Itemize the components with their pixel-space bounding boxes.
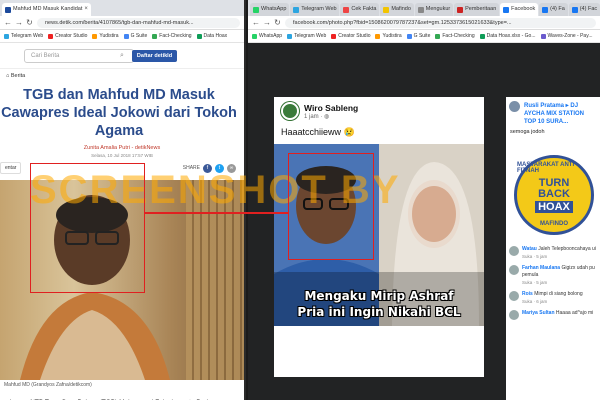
bookmark-item[interactable]: G Suite [123,33,147,39]
breadcrumb[interactable]: ⌂ Berita [0,69,244,83]
tab-pemberitaan[interactable]: Pemberitaan [454,3,500,16]
bookmark-item[interactable]: G Suite [406,33,430,39]
sheets-icon [479,33,485,39]
back-icon[interactable]: ← [252,18,260,27]
creator-studio-icon [331,33,337,39]
sheets-icon [196,33,202,39]
whatsapp-icon [253,6,259,13]
forward-icon[interactable]: → [263,18,271,27]
comment-item: Mariya Sultan Haaaa ad^ajo mi [506,307,600,320]
creator-studio-icon [48,33,54,39]
site-header: Cari Berita ⌕ Daftar detikId [0,43,244,69]
meme-caption: Mengaku Mirip Ashraf Pria ini Ingin Nika… [297,289,461,319]
tab-telegram[interactable]: Telegram Web [290,3,340,16]
bookmark-item[interactable]: Telegram Web [4,33,43,39]
post-time: 1 jam · ◍ [304,113,330,120]
article-date: Selasa, 10 Jul 2018 17:57 WIB [91,153,153,158]
telegram-icon [287,33,293,39]
tab-detik[interactable]: Mahfud MD Masuk Kandidat × [2,3,91,16]
cekfakta-icon [343,6,350,13]
back-icon[interactable]: ← [4,18,12,27]
gsuite-icon [406,33,412,39]
yudistira-icon [92,33,98,39]
bookmark-item[interactable]: Yudistira [375,33,402,39]
article-author[interactable]: Zunita Amalia Putri - detikNews [0,145,244,151]
mafindo-icon [383,6,390,13]
comment-text: semoga jodoh [510,129,545,135]
address-bar: ← → ↻ news.detik.com/berita/4107865/tgb-… [0,16,244,30]
bookmark-item[interactable]: Fact-Checking [152,33,192,39]
telegram-icon [4,33,9,39]
highlight-box-left [30,163,145,293]
komentar-button[interactable]: entar [0,162,22,174]
daftar-button[interactable]: Daftar detikId [131,49,178,62]
comments-panel: Rusli Pratama ▸ DJ AYCHA MIX STATION TOP… [506,97,600,400]
tab-facebook-2[interactable]: (4) Fa [539,3,568,16]
globe-icon: ◍ [324,113,330,120]
bookmark-item[interactable]: Fact-Checking [435,33,475,39]
search-input[interactable]: Cari Berita [24,48,134,63]
comment-item: Watau Jaleh Telepbooncahaya ui Suka · 5 j… [506,243,600,262]
facebook-icon [571,6,578,13]
post-author[interactable]: Wiro Sableng [304,103,358,113]
tab-bar: WhatsApp Telegram Web Cek Fakta Mafindo … [248,0,600,16]
page-icon [457,6,464,13]
comment-user[interactable]: Rusli Pratama ▸ DJ AYCHA MIX STATION TOP… [506,97,600,126]
bookmark-item[interactable]: Data Hoax.xlsx - Go... [479,33,536,39]
avatar[interactable] [509,310,519,320]
facebook-icon [542,6,549,13]
bookmark-item[interactable]: Waves-Zone - Pay... [540,33,593,39]
bookmark-item[interactable]: Telegram Web [287,33,326,39]
waves-icon [540,33,546,39]
facebook-icon [503,6,510,13]
tab-cekfakta[interactable]: Cek Fakta [340,3,380,16]
reload-icon[interactable]: ↻ [274,18,281,27]
reload-icon[interactable]: ↻ [26,18,33,27]
bookmark-item[interactable]: Creator Studio [331,33,370,39]
avatar[interactable] [281,102,299,120]
url-input[interactable]: news.detik.com/berita/4107865/tgb-dan-ma… [37,17,240,28]
yudistira-icon [375,33,381,39]
url-input[interactable]: facebook.com/photo.php?fbid=150862007978… [285,17,596,28]
highlight-box-right [288,153,374,260]
tab-facebook-3[interactable]: (4) Fac [568,3,600,16]
bookmark-item[interactable]: Data Hoax [196,33,227,39]
address-bar: ← → ↻ facebook.com/photo.php?fbid=150862… [248,16,600,30]
turnbackhoax-stamp: MASYARAKAT ANTI FITNAH TURN BACK HOAX MA… [514,155,594,235]
tab-mengukur[interactable]: Mengukur [414,3,454,16]
bookmark-item[interactable]: Yudistira [92,33,119,39]
avatar[interactable] [509,246,519,256]
telegram-icon [293,6,300,13]
article-body: ubernur NTB Tuan Guru Bajang (TGB) Muham… [0,390,244,400]
whatsapp-icon [252,33,257,39]
tab-whatsapp[interactable]: WhatsApp [250,3,290,16]
bookmark-item[interactable]: Creator Studio [48,33,87,39]
gsuite-icon [123,33,129,39]
search-icon[interactable]: ⌕ [120,52,124,60]
avatar[interactable] [509,291,519,301]
fact-checking-icon [152,33,158,39]
tab-bar: Mahfud MD Masuk Kandidat × [0,0,244,16]
bookmark-item[interactable]: WhatsApp [252,33,282,39]
article-headline: TGB dan Mahfud MD Masuk Cawapres Ideal J… [1,87,237,139]
post-header: Wiro Sableng 1 jam · ◍ [274,97,484,125]
photo-caption: Mahfud MD (Grandyos Zafna/detikcom) [4,382,92,388]
fact-checking-icon [435,33,441,39]
bookmarks-bar: Telegram Web Creator Studio Yudistira G … [0,30,244,43]
avatar[interactable] [509,101,520,112]
highlight-connector [145,212,288,214]
tab-facebook[interactable]: Facebook [500,3,539,16]
post-text: Haaatcchiieww 😢 [281,127,355,137]
tab-mafindo[interactable]: Mafindo [380,3,414,16]
comment-item: Rois Mimpi di siang bolong Suka · 6 jam [506,288,600,307]
close-tab-icon[interactable]: × [84,3,88,16]
forward-icon[interactable]: → [15,18,23,27]
avatar[interactable] [509,265,519,275]
page-icon [417,6,424,13]
comment-item: Farhan Maulana Gigizx udah pu pemula Suka… [506,262,600,288]
detik-favicon-icon [5,6,11,13]
bookmarks-bar: WhatsApp Telegram Web Creator Studio Yud… [248,30,600,43]
